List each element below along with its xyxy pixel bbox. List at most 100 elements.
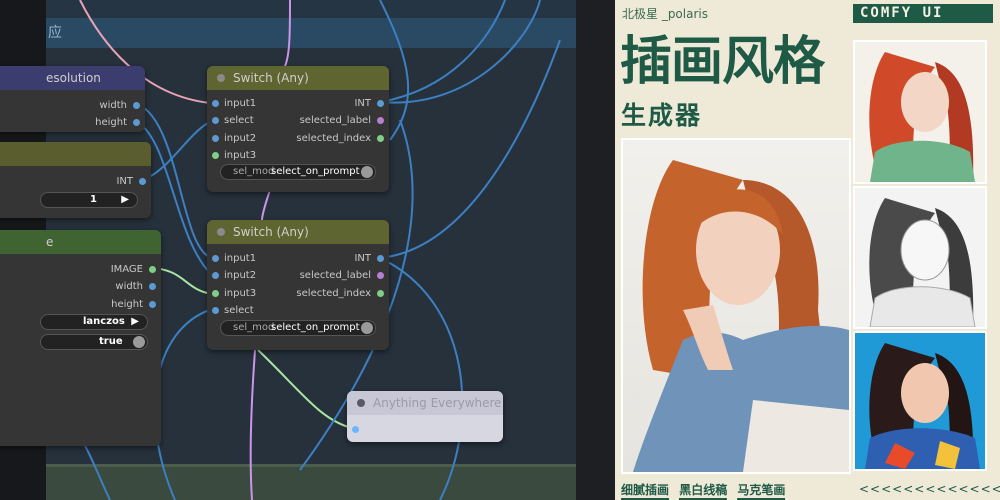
- node-canvas[interactable]: 应 esolution width height INT 1 ▶ e IMAGE…: [0, 0, 615, 500]
- sel-mode-toggle[interactable]: sel_mod select_on_prompt: [220, 320, 376, 336]
- anything-everywhere-title[interactable]: Anything Everywhere: [347, 391, 503, 415]
- input1-label: input1: [224, 253, 257, 264]
- output-int-slot[interactable]: [377, 100, 384, 107]
- output-image-slot[interactable]: [149, 266, 156, 273]
- flag-value: true: [99, 336, 123, 347]
- thumbnail-illustration: [869, 198, 976, 327]
- portrait-illustration: [633, 160, 849, 472]
- poster-tag: 黑白线稿: [679, 481, 728, 500]
- wire-blue-8: [153, 308, 213, 500]
- switch-any-node-2[interactable]: Switch (Any) input1 input2 input3 select…: [207, 220, 389, 350]
- switch-node-1-title-text: Switch (Any): [233, 71, 309, 85]
- method-value: lanczos: [83, 316, 125, 327]
- increment-arrow-icon[interactable]: ▶: [121, 193, 129, 207]
- switch-any-node-1[interactable]: Switch (Any) input1 select input2 input3…: [207, 66, 389, 192]
- toggle-knob-icon[interactable]: [361, 322, 373, 334]
- select-slot[interactable]: [212, 117, 219, 124]
- image-resize-node[interactable]: e IMAGE width height lanczos ▶ true: [0, 230, 161, 446]
- style-thumbnail-watercolor: [853, 40, 987, 184]
- int-node[interactable]: INT 1 ▶: [0, 142, 151, 218]
- select-label: select: [224, 115, 254, 126]
- output-selected-index-slot[interactable]: [377, 290, 384, 297]
- select-label: select: [224, 305, 254, 316]
- poster-tags: 细腻插画 黑白线稿 马克笔画: [621, 481, 791, 500]
- output-height-label: height: [95, 117, 127, 128]
- method-widget[interactable]: lanczos ▶: [40, 314, 148, 330]
- output-selected-label-label: selected_label: [299, 270, 371, 281]
- style-thumbnail-marker: [853, 331, 987, 471]
- poster-subtitle: 生成器: [621, 101, 703, 130]
- output-width-slot[interactable]: [133, 102, 140, 109]
- wire-blue-5: [379, 0, 541, 104]
- output-int-label: INT: [354, 98, 371, 109]
- input1-slot[interactable]: [212, 100, 219, 107]
- output-selected-label-slot[interactable]: [377, 117, 384, 124]
- poster-brand: 北极星 _polaris: [622, 7, 708, 21]
- output-height-slot[interactable]: [133, 119, 140, 126]
- anything-everywhere-node[interactable]: Anything Everywhere: [347, 391, 503, 442]
- poster-panel: 北极星 _polaris COMFY UI 插画风格 生成器 细腻插画 黑白线稿…: [615, 0, 1000, 500]
- sel-mode-value: select_on_prompt: [271, 322, 360, 333]
- output-selected-index-label: selected_index: [296, 288, 371, 299]
- switch-node-1-title[interactable]: Switch (Any): [207, 66, 389, 90]
- resolution-node-title[interactable]: esolution: [0, 66, 145, 90]
- image-resize-node-title[interactable]: e: [0, 230, 161, 254]
- output-int-slot[interactable]: [377, 255, 384, 262]
- input2-label: input2: [224, 270, 257, 281]
- output-width-slot[interactable]: [149, 283, 156, 290]
- wire-blue-7: [379, 257, 464, 500]
- output-int-label: INT: [116, 176, 133, 187]
- wire-purple-3: [249, 349, 256, 500]
- sel-mode-value: select_on_prompt: [271, 166, 360, 177]
- output-width-label: width: [115, 281, 143, 292]
- thumbnail-illustration: [865, 343, 980, 469]
- switch-node-2-title-text: Switch (Any): [233, 225, 309, 239]
- method-arrow-icon[interactable]: ▶: [131, 315, 139, 329]
- main-portrait-image: [621, 138, 851, 474]
- collapse-dot-icon[interactable]: [217, 74, 225, 82]
- wire-purple-2: [261, 189, 271, 221]
- wire-purple-1: [284, 0, 291, 67]
- wire-green-2: [257, 349, 353, 429]
- output-selected-label-slot[interactable]: [377, 272, 384, 279]
- switch-node-2-title[interactable]: Switch (Any): [207, 220, 389, 244]
- style-thumbnail-lineart: [853, 186, 987, 329]
- wire-blue-3: [142, 120, 213, 181]
- output-int-slot[interactable]: [139, 178, 146, 185]
- input3-slot[interactable]: [212, 152, 219, 159]
- select-slot[interactable]: [212, 307, 219, 314]
- input3-label: input3: [224, 288, 257, 299]
- int-value: 1: [90, 194, 97, 205]
- int-node-title[interactable]: [0, 142, 151, 166]
- output-int-label: INT: [354, 253, 371, 264]
- input1-label: input1: [224, 98, 257, 109]
- input2-slot[interactable]: [212, 272, 219, 279]
- collapse-dot-icon[interactable]: [217, 228, 225, 236]
- input2-slot[interactable]: [212, 135, 219, 142]
- input2-label: input2: [224, 133, 257, 144]
- input3-label: input3: [224, 150, 257, 161]
- anything-everywhere-title-text: Anything Everywhere: [373, 396, 502, 410]
- poster-chevrons: <<<<<<<<<<<<<<<<<: [859, 482, 1000, 496]
- output-height-slot[interactable]: [149, 301, 156, 308]
- output-selected-index-slot[interactable]: [377, 135, 384, 142]
- int-value-widget[interactable]: 1 ▶: [40, 192, 138, 208]
- sel-mode-toggle[interactable]: sel_mod select_on_prompt: [220, 164, 376, 180]
- poster-title: 插画风格: [620, 32, 825, 92]
- poster-tag: 细腻插画: [621, 481, 670, 500]
- input3-slot[interactable]: [212, 290, 219, 297]
- toggle-knob-icon[interactable]: [133, 336, 145, 348]
- wire-green-1: [151, 267, 213, 295]
- poster-tag: 马克笔画: [737, 481, 786, 500]
- toggle-knob-icon[interactable]: [361, 166, 373, 178]
- output-height-label: height: [111, 299, 143, 310]
- sel-mode-label: sel_mod: [233, 322, 275, 333]
- output-selected-index-label: selected_index: [296, 133, 371, 144]
- poster-badge: COMFY UI: [853, 4, 993, 23]
- input1-slot[interactable]: [212, 255, 219, 262]
- resolution-node[interactable]: esolution width height: [0, 66, 145, 132]
- anything-input-slot[interactable]: [352, 426, 359, 433]
- flag-toggle[interactable]: true: [40, 334, 148, 350]
- thumbnail-illustration: [869, 52, 975, 182]
- collapse-dot-icon[interactable]: [357, 399, 365, 407]
